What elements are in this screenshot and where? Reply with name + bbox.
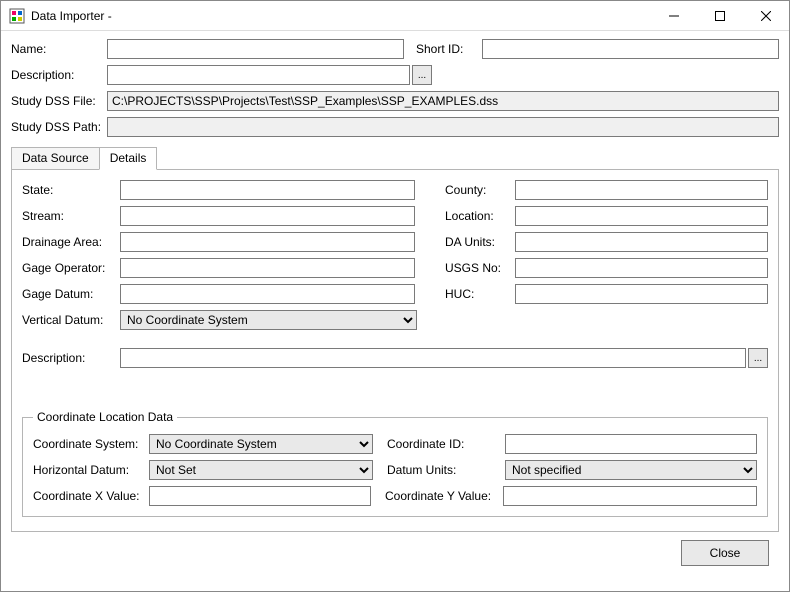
window-controls xyxy=(651,1,789,30)
huc-input[interactable] xyxy=(515,284,768,304)
vertical-datum-select[interactable]: No Coordinate System xyxy=(120,310,417,330)
huc-label: HUC: xyxy=(445,287,515,301)
tab-details[interactable]: Details xyxy=(99,147,158,170)
county-label: County: xyxy=(445,183,515,197)
description-input[interactable] xyxy=(107,65,410,85)
coord-id-label: Coordinate ID: xyxy=(387,437,505,451)
tab-strip: Data Source Details xyxy=(11,147,779,170)
state-input[interactable] xyxy=(120,180,415,200)
usgs-no-label: USGS No: xyxy=(445,261,515,275)
name-label: Name: xyxy=(11,42,107,56)
details-panel: State: County: Stream: Location: Drainag… xyxy=(11,169,779,532)
name-input[interactable] xyxy=(107,39,404,59)
minimize-button[interactable] xyxy=(651,1,697,30)
state-label: State: xyxy=(22,183,120,197)
drainage-area-label: Drainage Area: xyxy=(22,235,120,249)
maximize-button[interactable] xyxy=(697,1,743,30)
gage-datum-label: Gage Datum: xyxy=(22,287,120,301)
usgs-no-input[interactable] xyxy=(515,258,768,278)
datum-units-label: Datum Units: xyxy=(387,463,505,477)
coord-x-label: Coordinate X Value: xyxy=(33,489,149,503)
stream-input[interactable] xyxy=(120,206,415,226)
description-label: Description: xyxy=(11,68,107,82)
stream-label: Stream: xyxy=(22,209,120,223)
coordinate-location-legend: Coordinate Location Data xyxy=(33,410,177,424)
short-id-label: Short ID: xyxy=(416,42,482,56)
location-input[interactable] xyxy=(515,206,768,226)
details-description-browse-button[interactable]: ... xyxy=(748,348,768,368)
coord-system-select[interactable]: No Coordinate System xyxy=(149,434,373,454)
window-title: Data Importer - xyxy=(31,9,651,23)
details-description-label: Description: xyxy=(22,351,120,365)
datum-units-select[interactable]: Not specified xyxy=(505,460,757,480)
description-browse-button[interactable]: ... xyxy=(412,65,432,85)
drainage-area-input[interactable] xyxy=(120,232,415,252)
vertical-datum-label: Vertical Datum: xyxy=(22,313,120,327)
titlebar: Data Importer - xyxy=(1,1,789,31)
app-icon xyxy=(9,8,25,24)
gage-operator-label: Gage Operator: xyxy=(22,261,120,275)
horizontal-datum-select[interactable]: Not Set xyxy=(149,460,373,480)
da-units-label: DA Units: xyxy=(445,235,515,249)
county-input[interactable] xyxy=(515,180,768,200)
gage-operator-input[interactable] xyxy=(120,258,415,278)
study-dss-file-label: Study DSS File: xyxy=(11,94,107,108)
coord-y-input[interactable] xyxy=(503,486,757,506)
coordinate-location-fieldset: Coordinate Location Data Coordinate Syst… xyxy=(22,410,768,517)
dialog-footer: Close xyxy=(11,532,779,566)
gage-datum-input[interactable] xyxy=(120,284,415,304)
tab-data-source[interactable]: Data Source xyxy=(11,147,100,170)
study-dss-file-field: C:\PROJECTS\SSP\Projects\Test\SSP_Exampl… xyxy=(107,91,779,111)
da-units-input[interactable] xyxy=(515,232,768,252)
short-id-input[interactable] xyxy=(482,39,779,59)
coord-x-input[interactable] xyxy=(149,486,371,506)
coord-system-label: Coordinate System: xyxy=(33,437,149,451)
coord-y-label: Coordinate Y Value: xyxy=(385,489,503,503)
horizontal-datum-label: Horizontal Datum: xyxy=(33,463,149,477)
study-dss-path-field xyxy=(107,117,779,137)
coord-id-input[interactable] xyxy=(505,434,757,454)
details-description-input[interactable] xyxy=(120,348,746,368)
close-window-button[interactable] xyxy=(743,1,789,30)
close-button[interactable]: Close xyxy=(681,540,769,566)
location-label: Location: xyxy=(445,209,515,223)
content-area: Name: Short ID: Description: ... Study D… xyxy=(1,31,789,576)
study-dss-path-label: Study DSS Path: xyxy=(11,120,107,134)
